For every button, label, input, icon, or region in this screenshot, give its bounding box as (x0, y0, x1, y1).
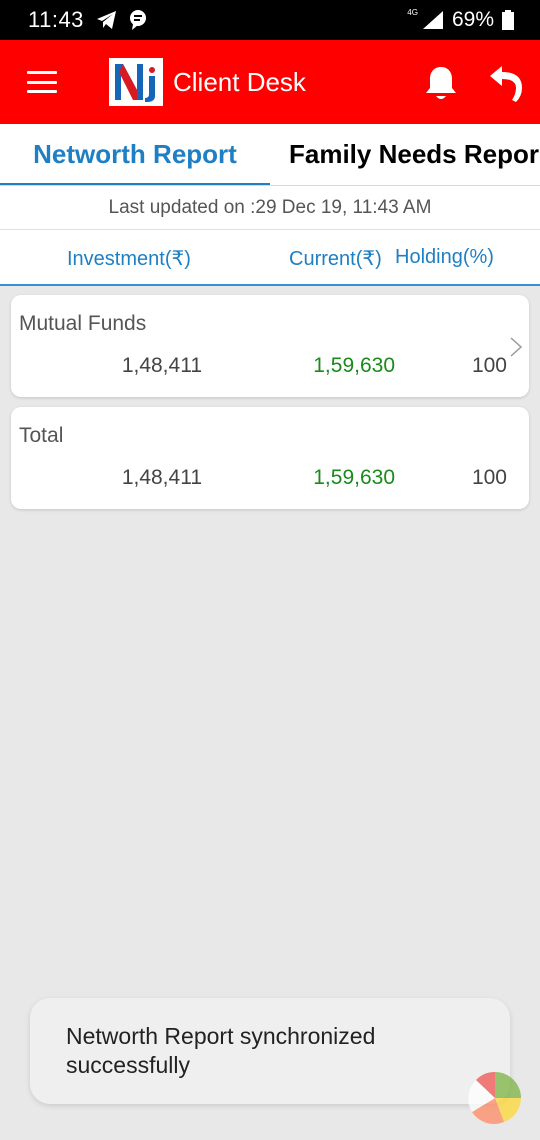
holding-value: 100 (471, 354, 507, 377)
investment-column-header: Investment(₹) (67, 248, 191, 270)
tab-networth-report[interactable]: Networth Report (0, 124, 270, 185)
card-title: Total (19, 424, 64, 447)
bell-icon (426, 67, 456, 99)
last-updated-text: Last updated on :29 Dec 19, 11:43 AM (0, 186, 540, 230)
network-type: 4G (407, 7, 418, 17)
holding-column-header: Holding(%) (395, 246, 494, 268)
menu-icon (27, 71, 57, 74)
signal-icon (422, 11, 443, 29)
pie-chart-icon (468, 1071, 521, 1125)
back-button[interactable] (486, 62, 528, 104)
tab-family-needs-report[interactable]: Family Needs Repor (289, 124, 539, 184)
app-title: Client Desk (173, 66, 306, 97)
holding-value: 100 (471, 466, 507, 489)
telegram-icon (96, 11, 116, 29)
app-bar: Client Desk (0, 40, 540, 124)
notifications-button[interactable] (420, 62, 462, 104)
total-card: Total 1,48,411 1,59,630 100 (11, 407, 529, 509)
message-icon (129, 10, 146, 30)
tab-bar: Networth Report Family Needs Repor (0, 124, 540, 186)
battery-icon (502, 10, 514, 30)
status-bar: 11:43 4G 69% (0, 0, 540, 40)
card-title: Mutual Funds (19, 312, 147, 335)
undo-arrow-icon (490, 66, 522, 102)
menu-button[interactable] (27, 71, 57, 93)
investment-value: 1,48,411 (121, 466, 202, 489)
chevron-right-icon (510, 337, 523, 357)
sync-toast: Networth Report synchronized successfull… (30, 998, 510, 1104)
mutual-funds-card[interactable]: Mutual Funds 1,48,411 1,59,630 100 (11, 295, 529, 397)
battery-percent: 69% (451, 8, 494, 31)
current-value: 1,59,630 (313, 354, 395, 377)
column-header-row: Investment(₹) Current(₹) Holding(%) (0, 230, 540, 286)
investment-value: 1,48,411 (121, 354, 202, 377)
status-time: 11:43 (28, 7, 84, 32)
current-value: 1,59,630 (313, 466, 395, 489)
nj-logo (109, 58, 163, 106)
pie-chart-button[interactable] (466, 1070, 524, 1126)
current-column-header: Current(₹) (289, 248, 382, 270)
